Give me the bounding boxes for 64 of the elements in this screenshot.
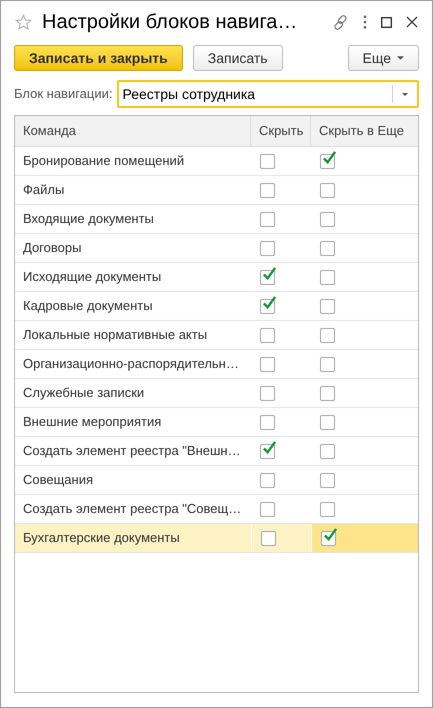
table-cell-text: Служебные записки (22, 384, 146, 402)
field-label: Блок навигации: (14, 85, 112, 104)
close-icon[interactable] (406, 16, 418, 28)
checkbox[interactable] (261, 530, 276, 546)
checkbox[interactable] (320, 154, 335, 168)
table-cell-text: Исходящие документы (22, 268, 162, 286)
table-cell-text: Совещания (22, 471, 94, 490)
table-cell-text: Файлы (22, 181, 66, 200)
check-icon (323, 528, 338, 542)
table-cell-text: Входящие документы (22, 210, 155, 228)
checkbox[interactable] (320, 212, 335, 226)
table-cell-text: Кадровые документы (22, 297, 154, 316)
column-header[interactable]: Команда (15, 116, 251, 146)
checkbox[interactable] (260, 444, 275, 458)
dropdown-icon[interactable] (402, 92, 408, 96)
table-cell-text: Организационно-распорядительн… (22, 355, 240, 374)
checkbox[interactable] (320, 328, 335, 342)
checkbox[interactable] (320, 356, 335, 372)
checkbox[interactable] (320, 472, 335, 488)
checkbox[interactable] (260, 502, 275, 516)
table-cell-text: Локальные нормативные акты (22, 326, 208, 344)
checkbox[interactable] (320, 502, 335, 516)
toolbar-button[interactable]: Записать (192, 45, 283, 71)
checkbox[interactable] (260, 212, 275, 226)
checkbox[interactable] (320, 386, 335, 400)
checkbox[interactable] (260, 154, 275, 168)
column-header[interactable]: Скрыть в Еще (311, 116, 418, 146)
checkbox[interactable] (260, 472, 275, 488)
window-title: Настройки блоков навига… (42, 10, 298, 35)
navigation-block-field[interactable]: Реестры сотрудника (116, 80, 419, 108)
checkbox[interactable] (260, 240, 275, 256)
checkbox[interactable] (260, 328, 275, 342)
checkbox[interactable] (320, 414, 335, 430)
check-icon (262, 296, 277, 310)
checkbox[interactable] (260, 182, 275, 198)
more-menu-button[interactable]: Еще (348, 45, 419, 71)
checkbox[interactable] (320, 270, 335, 284)
more-icon[interactable] (363, 15, 367, 29)
maximize-icon[interactable] (381, 16, 392, 28)
check-icon (322, 150, 337, 166)
checkbox[interactable] (320, 240, 335, 256)
checkbox[interactable] (320, 182, 335, 198)
checkbox[interactable] (320, 298, 335, 314)
table-cell-text: Внешние мероприятия (22, 413, 162, 432)
table-cell-text: Создать элемент реестра "Внешн… (22, 442, 242, 460)
link-icon[interactable] (332, 14, 349, 30)
checkbox[interactable] (260, 414, 275, 430)
column-header[interactable]: Скрыть (251, 116, 311, 146)
table-cell-text: Создать элемент реестра "Совещ… (22, 500, 242, 518)
table-cell-text: Договоры (22, 239, 82, 258)
caret-icon (397, 56, 404, 60)
checkbox[interactable] (260, 386, 275, 400)
check-icon (262, 266, 277, 282)
checkbox[interactable] (260, 298, 275, 314)
check-icon (262, 440, 277, 456)
checkbox[interactable] (260, 356, 275, 372)
checkbox[interactable] (321, 530, 336, 546)
table-cell-text: Бронирование помещений (22, 152, 186, 170)
star-icon[interactable] (15, 14, 32, 30)
checkbox[interactable] (320, 444, 335, 458)
checkbox[interactable] (260, 270, 275, 284)
table-cell-text: Бухгалтерские документы (22, 529, 181, 548)
toolbar-button[interactable]: Записать и закрыть (14, 45, 183, 71)
table-row[interactable]: Бухгалтерские документы (15, 524, 418, 553)
